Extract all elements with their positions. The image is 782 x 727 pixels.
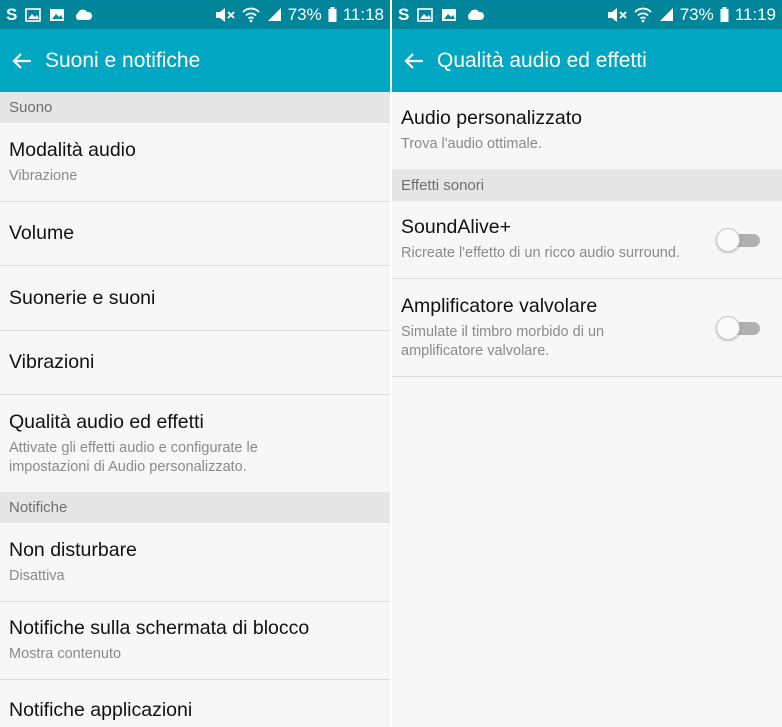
list-item-modalita-audio[interactable]: Modalità audio Vibrazione [0,123,390,202]
cloud-icon [73,8,93,21]
item-title: Amplificatore valvolare [401,294,598,317]
status-time: 11:18 [342,4,384,24]
s-app-icon: S [6,4,18,24]
settings-panel-sounds: S 73% 11:18 Suoni e notifiche Suono Moda… [0,0,390,727]
item-title: Notifiche applicazioni [9,698,193,721]
image-icon [49,8,65,22]
gallery-icon [417,7,434,22]
soundalive-toggle[interactable] [716,227,760,252]
list-item-vibrazioni[interactable]: Vibrazioni [0,331,390,395]
status-time: 11:19 [734,4,776,24]
section-header-suono: Suono [0,92,390,123]
mute-icon [214,7,236,23]
app-bar: Suoni e notifiche [0,29,390,92]
item-subtitle: Mostra contenuto [9,646,122,662]
mute-icon [606,7,628,23]
item-subtitle: Attivate gli effetti audio e configurate… [9,439,258,475]
item-title: Audio personalizzato [401,107,583,129]
item-title: Qualità audio ed effetti [9,410,204,433]
item-title: Modalità audio [9,138,136,161]
battery-icon [328,7,337,22]
toggle-thumb [716,315,740,340]
wifi-icon [242,7,260,23]
amplificatore-toggle[interactable] [716,315,760,340]
list-item-volume[interactable]: Volume [0,202,390,266]
battery-percentage: 73% [287,4,322,24]
wifi-icon [634,7,652,23]
battery-percentage: 73% [679,4,714,24]
item-subtitle: Trova l'audio ottimale. [401,136,542,152]
section-header-notifiche: Notifiche [0,492,390,523]
back-button[interactable] [392,29,436,92]
list-item-soundalive[interactable]: SoundAlive+ Ricreate l'effetto di un ric… [392,201,782,279]
list-item-amplificatore-valvolare[interactable]: Amplificatore valvolare Simulate il timb… [392,279,782,377]
item-title: Volume [9,222,75,244]
status-bar: S 73% 11:18 [0,0,390,29]
item-subtitle: Disattiva [9,567,65,584]
s-app-icon: S [398,4,410,24]
cloud-icon [465,8,485,21]
status-bar: S 73% 11:19 [392,0,782,29]
item-subtitle: Vibrazione [9,167,78,184]
gallery-icon [25,7,42,22]
app-bar: Qualità audio ed effetti [392,29,782,92]
list-item-non-disturbare[interactable]: Non disturbare Disattiva [0,523,390,602]
back-arrow-icon [12,52,31,69]
item-title: Vibrazioni [9,351,95,373]
page-title: Suoni e notifiche [45,48,201,72]
section-header-effetti-sonori: Effetti sonori [392,169,782,201]
item-title: Suonerie e suoni [9,286,156,309]
list-item-notifiche-applicazioni[interactable]: Notifiche applicazioni [0,680,390,727]
back-arrow-icon [404,52,423,69]
battery-icon [720,7,729,22]
signal-icon [658,7,674,22]
signal-icon [266,7,282,22]
toggle-thumb [716,227,740,252]
settings-panel-audio-quality: S 73% 11:19 Qualità audio ed effetti Aud… [392,0,782,727]
item-title: Notifiche sulla schermata di blocco [9,617,310,639]
list-item-suonerie[interactable]: Suonerie e suoni [0,266,390,331]
image-icon [441,8,457,22]
list-item-audio-personalizzato[interactable]: Audio personalizzato Trova l'audio ottim… [392,92,782,169]
list-item-qualita-audio[interactable]: Qualità audio ed effetti Attivate gli ef… [0,395,390,492]
list-item-notifiche-blocco[interactable]: Notifiche sulla schermata di blocco Most… [0,602,390,680]
item-title: Non disturbare [9,538,137,561]
back-button[interactable] [0,29,44,92]
page-title: Qualità audio ed effetti [437,48,647,72]
